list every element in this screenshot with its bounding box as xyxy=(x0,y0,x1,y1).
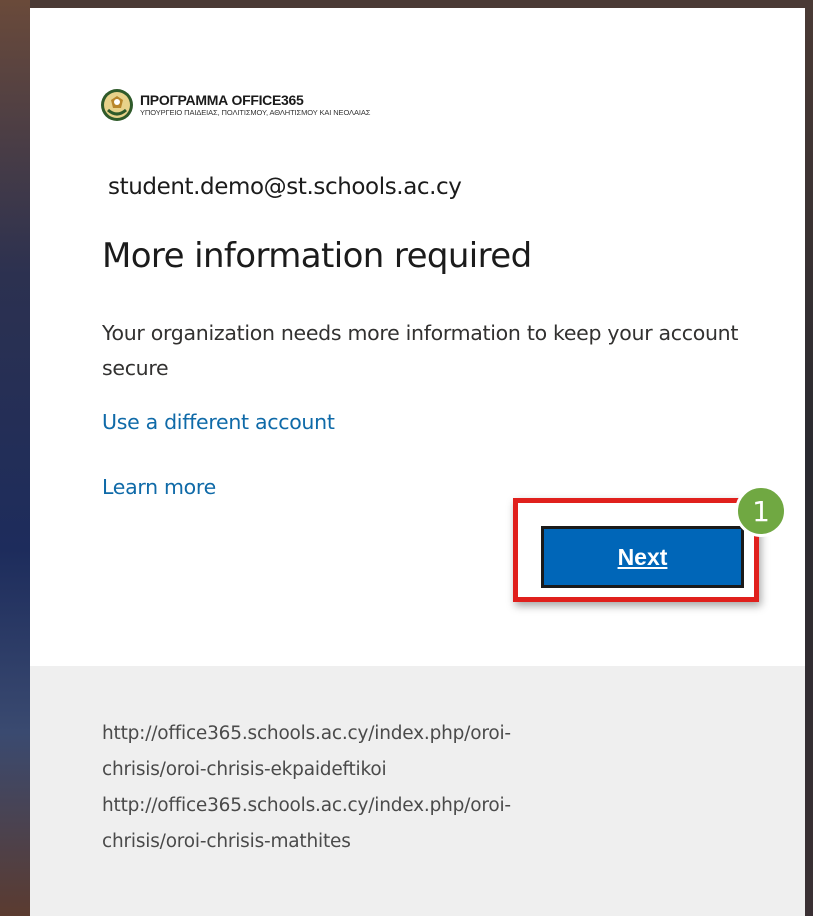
footer-line: http://office365.schools.ac.cy/index.php… xyxy=(102,795,511,816)
footer-line: chrisis/oroi-chrisis-ekpaideftikoi xyxy=(102,759,387,780)
crest-icon xyxy=(101,89,133,121)
learn-more-link[interactable]: Learn more xyxy=(102,475,216,499)
background-right xyxy=(805,0,813,916)
background-top xyxy=(0,0,813,8)
logo-title: ΠΡΟΓΡΑΜΜΑ OFFICE365 xyxy=(140,92,304,108)
logo-subtitle: ΥΠΟΥΡΓΕΙΟ ΠΑΙΔΕΙΑΣ, ΠΟΛΙΤΙΣΜΟΥ, ΑΘΛΗΤΙΣΜ… xyxy=(140,108,371,117)
background-left xyxy=(0,0,30,916)
account-email: student.demo@st.schools.ac.cy xyxy=(108,174,462,200)
next-button[interactable]: Next xyxy=(541,526,744,588)
sign-in-card: ΠΡΟΓΡΑΜΜΑ OFFICE365 ΥΠΟΥΡΓΕΙΟ ΠΑΙΔΕΙΑΣ, … xyxy=(30,8,805,916)
footer-line: http://office365.schools.ac.cy/index.php… xyxy=(102,723,511,744)
step-badge: 1 xyxy=(735,485,787,537)
organization-logo: ΠΡΟΓΡΑΜΜΑ OFFICE365 ΥΠΟΥΡΓΕΙΟ ΠΑΙΔΕΙΑΣ, … xyxy=(100,88,370,122)
footer-line: chrisis/oroi-chrisis-mathites xyxy=(102,831,351,852)
footer-links: http://office365.schools.ac.cy/index.php… xyxy=(102,716,702,860)
page-title: More information required xyxy=(102,236,532,276)
description-text: Your organization needs more information… xyxy=(102,321,739,380)
use-different-account-link[interactable]: Use a different account xyxy=(102,410,335,434)
